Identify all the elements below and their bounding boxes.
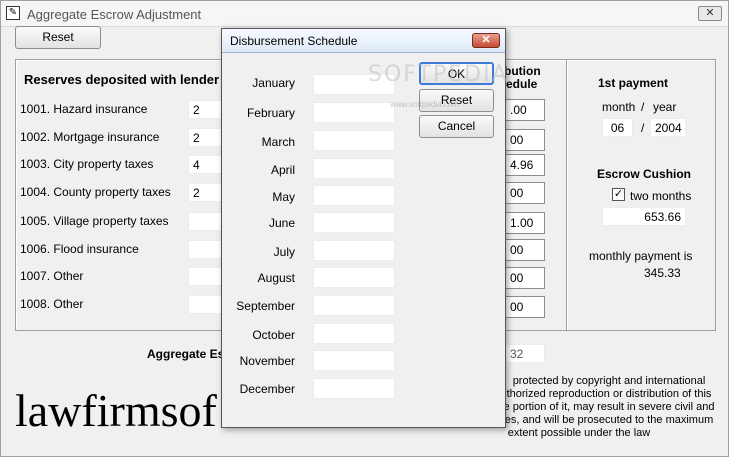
reserve-label-1004: 1004. County property taxes	[20, 185, 171, 199]
date-slash-label: /	[641, 100, 645, 114]
monthly-payment-label: monthly payment is	[589, 249, 693, 263]
aggregate-label: Aggregate Es	[147, 347, 225, 361]
month-field-december[interactable]	[313, 378, 395, 399]
month-field-march[interactable]	[313, 130, 395, 151]
month-label-december: December	[239, 382, 295, 396]
reserve-label-1002: 1002. Mortgage insurance	[20, 130, 160, 144]
app-edit-icon: ✎	[6, 6, 20, 20]
escrow-cushion-amount-field[interactable]: 653.66	[602, 207, 686, 226]
year-label: year	[653, 100, 677, 114]
reserve-label-1006: 1006. Flood insurance	[20, 242, 139, 256]
month-field-august[interactable]	[313, 267, 395, 288]
month-label-september: September	[236, 299, 295, 313]
dialog-title: Disbursement Schedule	[230, 34, 358, 48]
reserves-heading: Reserves deposited with lender at c	[24, 72, 246, 87]
disbursement-schedule-dialog: Disbursement Schedule ✕ January February…	[221, 28, 506, 428]
month-label-april: April	[270, 163, 295, 177]
softpedia-watermark-url: www.softpedia.com	[390, 100, 459, 109]
contribution-heading-line2: edule	[506, 77, 538, 91]
month-label: month	[602, 100, 636, 114]
month-field-june[interactable]	[313, 212, 395, 233]
window-title: Aggregate Escrow Adjustment	[27, 7, 202, 22]
two-months-checkbox[interactable]: ✓	[612, 188, 625, 201]
escrow-cushion-heading: Escrow Cushion	[597, 167, 692, 181]
month-label-january: January	[252, 76, 295, 90]
two-months-label: two months	[630, 189, 692, 203]
month-label-july: July	[273, 245, 295, 259]
lawfirm-logo: lawfirmsof	[15, 385, 217, 436]
month-label-august: August	[257, 271, 295, 285]
copyright-line-5: extent possible under the law	[507, 427, 651, 439]
month-field-october[interactable]	[313, 323, 395, 344]
month-field-april[interactable]	[313, 158, 395, 179]
month-field-may[interactable]	[313, 185, 395, 206]
month-label-march: March	[261, 135, 295, 149]
month-field-july[interactable]	[313, 240, 395, 261]
month-field-february[interactable]	[313, 102, 395, 123]
month-field-september[interactable]	[313, 295, 395, 316]
contribution-heading-line1: bution	[504, 64, 541, 78]
month-label-may: May	[272, 190, 295, 204]
reserve-label-1007: 1007. Other	[20, 269, 84, 283]
month-label-october: October	[252, 328, 295, 342]
month-field-november[interactable]	[313, 350, 395, 371]
reserve-label-1005: 1005. Village property taxes	[20, 214, 169, 228]
first-payment-heading: 1st payment	[598, 76, 669, 90]
month-label-february: February	[246, 106, 295, 120]
dialog-titlebar: Disbursement Schedule ✕	[222, 29, 505, 53]
reserve-label-1008: 1008. Other	[20, 297, 84, 311]
date-slash-separator: /	[641, 121, 645, 135]
reserve-label-1003: 1003. City property taxes	[20, 157, 154, 171]
reserve-label-1001: 1001. Hazard insurance	[20, 102, 148, 116]
month-label-june: June	[268, 216, 295, 230]
first-payment-year-field[interactable]: 2004	[650, 118, 686, 137]
window-close-button[interactable]: ✕	[698, 6, 722, 21]
main-titlebar: ✎ Aggregate Escrow Adjustment ✕	[1, 1, 728, 27]
dialog-cancel-button[interactable]: Cancel	[419, 115, 494, 138]
dialog-body: January February March April May June Ju…	[222, 54, 505, 427]
reset-button[interactable]: Reset	[15, 26, 101, 49]
first-payment-month-field[interactable]: 06	[602, 118, 633, 137]
monthly-payment-value: 345.33	[644, 266, 681, 280]
dialog-close-button[interactable]: ✕	[472, 33, 500, 48]
softpedia-watermark: SOFTPEDIA	[368, 62, 509, 87]
month-label-november: November	[239, 354, 295, 368]
